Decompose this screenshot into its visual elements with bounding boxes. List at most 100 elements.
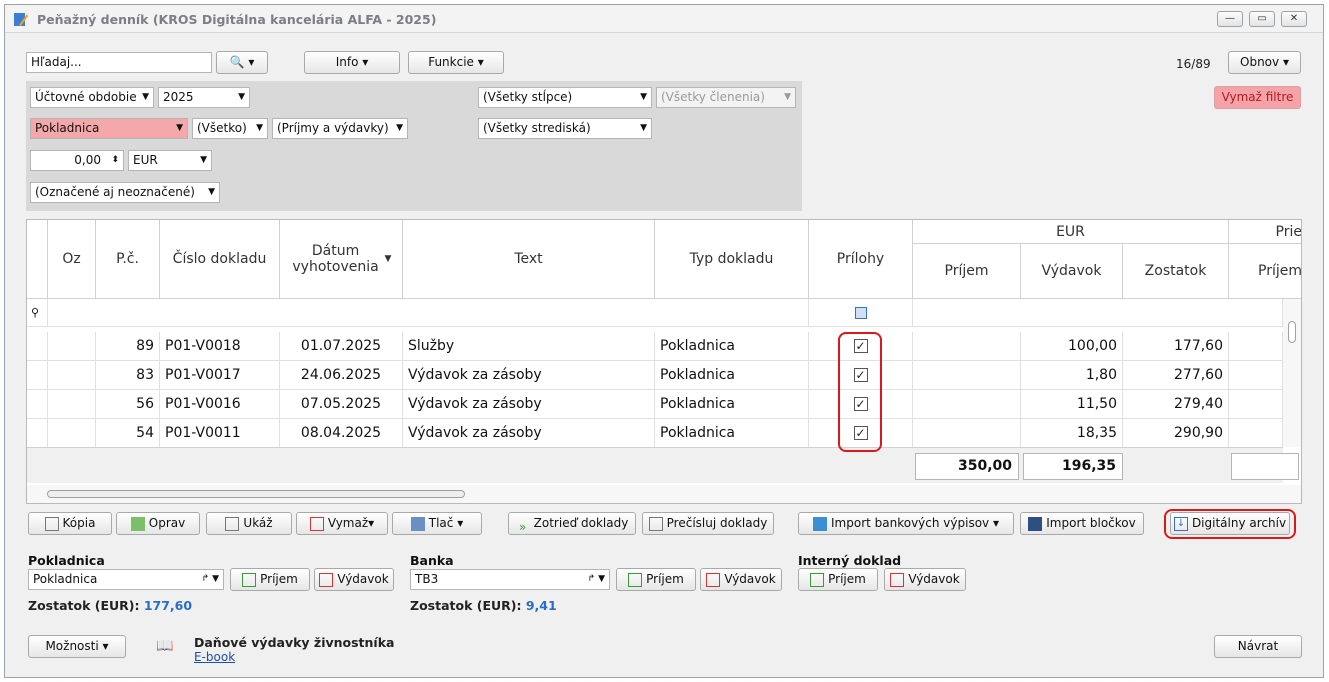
cell-text[interactable]: Služby <box>403 332 655 361</box>
spinner-icon[interactable]: ⬍ <box>111 151 119 170</box>
col-attachments[interactable]: Prílohy <box>809 220 913 299</box>
cell-text[interactable]: Výdavok za zásoby <box>403 361 655 390</box>
cell-empty[interactable] <box>1229 419 1283 448</box>
columns-select[interactable]: (Všetky stĺpce) ▼ <box>478 87 652 108</box>
cell-exp[interactable]: 18,35 <box>1021 419 1123 448</box>
cell-empty[interactable] <box>913 361 1021 390</box>
show-button[interactable]: Ukáž <box>206 512 292 535</box>
cell-text[interactable]: Výdavok za zásoby <box>403 419 655 448</box>
cell-doc[interactable]: P01-V0016 <box>160 390 280 419</box>
cell-type[interactable]: Pokladnica <box>655 361 809 390</box>
filter-row[interactable] <box>48 299 809 327</box>
close-button[interactable]: ✕ <box>1281 11 1307 27</box>
search-input[interactable]: Hľadaj... <box>26 52 212 73</box>
cell-date[interactable]: 08.04.2025 <box>280 419 403 448</box>
copy-button[interactable]: Kópia <box>28 512 112 535</box>
bank-income-button[interactable]: Príjem <box>616 568 696 591</box>
year-select[interactable]: 2025 ▼ <box>158 87 250 108</box>
cell-empty[interactable] <box>27 332 48 361</box>
cell-bal[interactable]: 277,60 <box>1123 361 1229 390</box>
minimize-button[interactable]: — <box>1217 11 1243 27</box>
cell-type[interactable]: Pokladnica <box>655 332 809 361</box>
edit-button[interactable]: Oprav <box>116 512 200 535</box>
info-button[interactable]: Info ▾ <box>304 51 400 74</box>
refresh-button[interactable]: Obnov ▾ <box>1228 51 1301 74</box>
cell-empty[interactable] <box>48 419 96 448</box>
vertical-scrollbar[interactable] <box>1283 299 1301 447</box>
cell-date[interactable]: 07.05.2025 <box>280 390 403 419</box>
period-type-select[interactable]: Účtovné obdobie ▼ <box>30 87 154 108</box>
cell-bal[interactable]: 177,60 <box>1123 332 1229 361</box>
cell-bal[interactable]: 290,90 <box>1123 419 1229 448</box>
cell-empty[interactable] <box>27 390 48 419</box>
sort-documents-button[interactable]: » Zotrieď doklady <box>508 512 636 535</box>
cell-bal[interactable]: 279,40 <box>1123 390 1229 419</box>
digital-archive-button[interactable]: ↓ Digitálny archív <box>1170 512 1290 535</box>
cell-exp[interactable]: 100,00 <box>1021 332 1123 361</box>
col-expense[interactable]: Výdavok <box>1021 244 1123 299</box>
cell-exp[interactable]: 1,80 <box>1021 361 1123 390</box>
col-oz[interactable]: Oz <box>48 220 96 299</box>
import-receipts-button[interactable]: Import bločkov <box>1020 512 1144 535</box>
cell-empty[interactable] <box>913 390 1021 419</box>
cell-date[interactable]: 01.07.2025 <box>280 332 403 361</box>
cell-empty[interactable] <box>27 419 48 448</box>
ebook-link[interactable]: E-book <box>194 650 235 664</box>
col-text[interactable]: Text <box>403 220 655 299</box>
cell-empty[interactable] <box>913 419 1021 448</box>
search-button[interactable]: 🔍 ▾ <box>216 51 268 74</box>
cell-type[interactable]: Pokladnica <box>655 419 809 448</box>
cell-empty[interactable] <box>1229 390 1283 419</box>
income-expense-select[interactable]: (Príjmy a výdavky) ▼ <box>272 118 408 139</box>
cell-empty[interactable] <box>48 361 96 390</box>
breakdown-select[interactable]: (Všetky členenia) ▼ <box>656 87 796 108</box>
all-select[interactable]: (Všetko) ▼ <box>192 118 268 139</box>
cell-pc[interactable]: 54 <box>96 419 160 448</box>
print-button[interactable]: Tlač ▾ <box>392 512 482 535</box>
col-income-2[interactable]: Príjem <box>1229 244 1301 299</box>
cell-text[interactable]: Výdavok za zásoby <box>403 390 655 419</box>
cell-exp[interactable]: 11,50 <box>1021 390 1123 419</box>
centers-select[interactable]: (Všetky strediská) ▼ <box>478 118 652 139</box>
horizontal-scrollbar[interactable] <box>27 485 1301 503</box>
delete-button[interactable]: Vymaž▾ <box>296 512 388 535</box>
col-income[interactable]: Príjem <box>913 244 1021 299</box>
col-pc[interactable]: P.č. <box>96 220 160 299</box>
book-select[interactable]: Pokladnica ▼ <box>30 118 188 139</box>
cell-pc[interactable]: 56 <box>96 390 160 419</box>
options-button[interactable]: Možnosti ▾ <box>28 635 126 658</box>
cell-doc[interactable]: P01-V0017 <box>160 361 280 390</box>
cell-date[interactable]: 24.06.2025 <box>280 361 403 390</box>
cell-empty[interactable] <box>1229 332 1283 361</box>
currency-select[interactable]: EUR ▼ <box>128 150 212 171</box>
cell-doc[interactable]: P01-V0011 <box>160 419 280 448</box>
cell-empty[interactable] <box>27 361 48 390</box>
bank-select[interactable]: TB3 ↱ ▼ <box>410 569 610 590</box>
cell-empty[interactable] <box>48 390 96 419</box>
cell-type[interactable]: Pokladnica <box>655 390 809 419</box>
renumber-documents-button[interactable]: Prečísluj doklady <box>642 512 774 535</box>
internal-income-button[interactable]: Príjem <box>798 568 878 591</box>
marked-select[interactable]: (Označené aj neoznačené) ▼ <box>30 182 220 203</box>
cash-income-button[interactable]: Príjem <box>230 568 310 591</box>
attachments-filter-checkbox[interactable] <box>809 299 913 327</box>
clear-filters-button[interactable]: Vymaž filtre <box>1214 86 1301 109</box>
col-doc-number[interactable]: Číslo dokladu <box>160 220 280 299</box>
cell-empty[interactable] <box>48 332 96 361</box>
back-button[interactable]: Návrat <box>1214 635 1302 658</box>
col-date[interactable]: Dátum vyhotovenia ▼ <box>280 220 403 299</box>
cell-pc[interactable]: 89 <box>96 332 160 361</box>
maximize-button[interactable]: ▭ <box>1249 11 1275 27</box>
col-type[interactable]: Typ dokladu <box>655 220 809 299</box>
amount-input[interactable]: 0,00 ⬍ <box>30 150 124 171</box>
bank-expense-button[interactable]: Výdavok <box>700 568 782 591</box>
cash-expense-button[interactable]: Výdavok <box>314 568 394 591</box>
cell-empty[interactable] <box>1229 361 1283 390</box>
internal-expense-button[interactable]: Výdavok <box>884 568 966 591</box>
cell-doc[interactable]: P01-V0018 <box>160 332 280 361</box>
cash-select[interactable]: Pokladnica ↱ ▼ <box>28 569 224 590</box>
cell-pc[interactable]: 83 <box>96 361 160 390</box>
col-balance[interactable]: Zostatok <box>1123 244 1229 299</box>
functions-button[interactable]: Funkcie ▾ <box>408 51 504 74</box>
cell-empty[interactable] <box>913 332 1021 361</box>
